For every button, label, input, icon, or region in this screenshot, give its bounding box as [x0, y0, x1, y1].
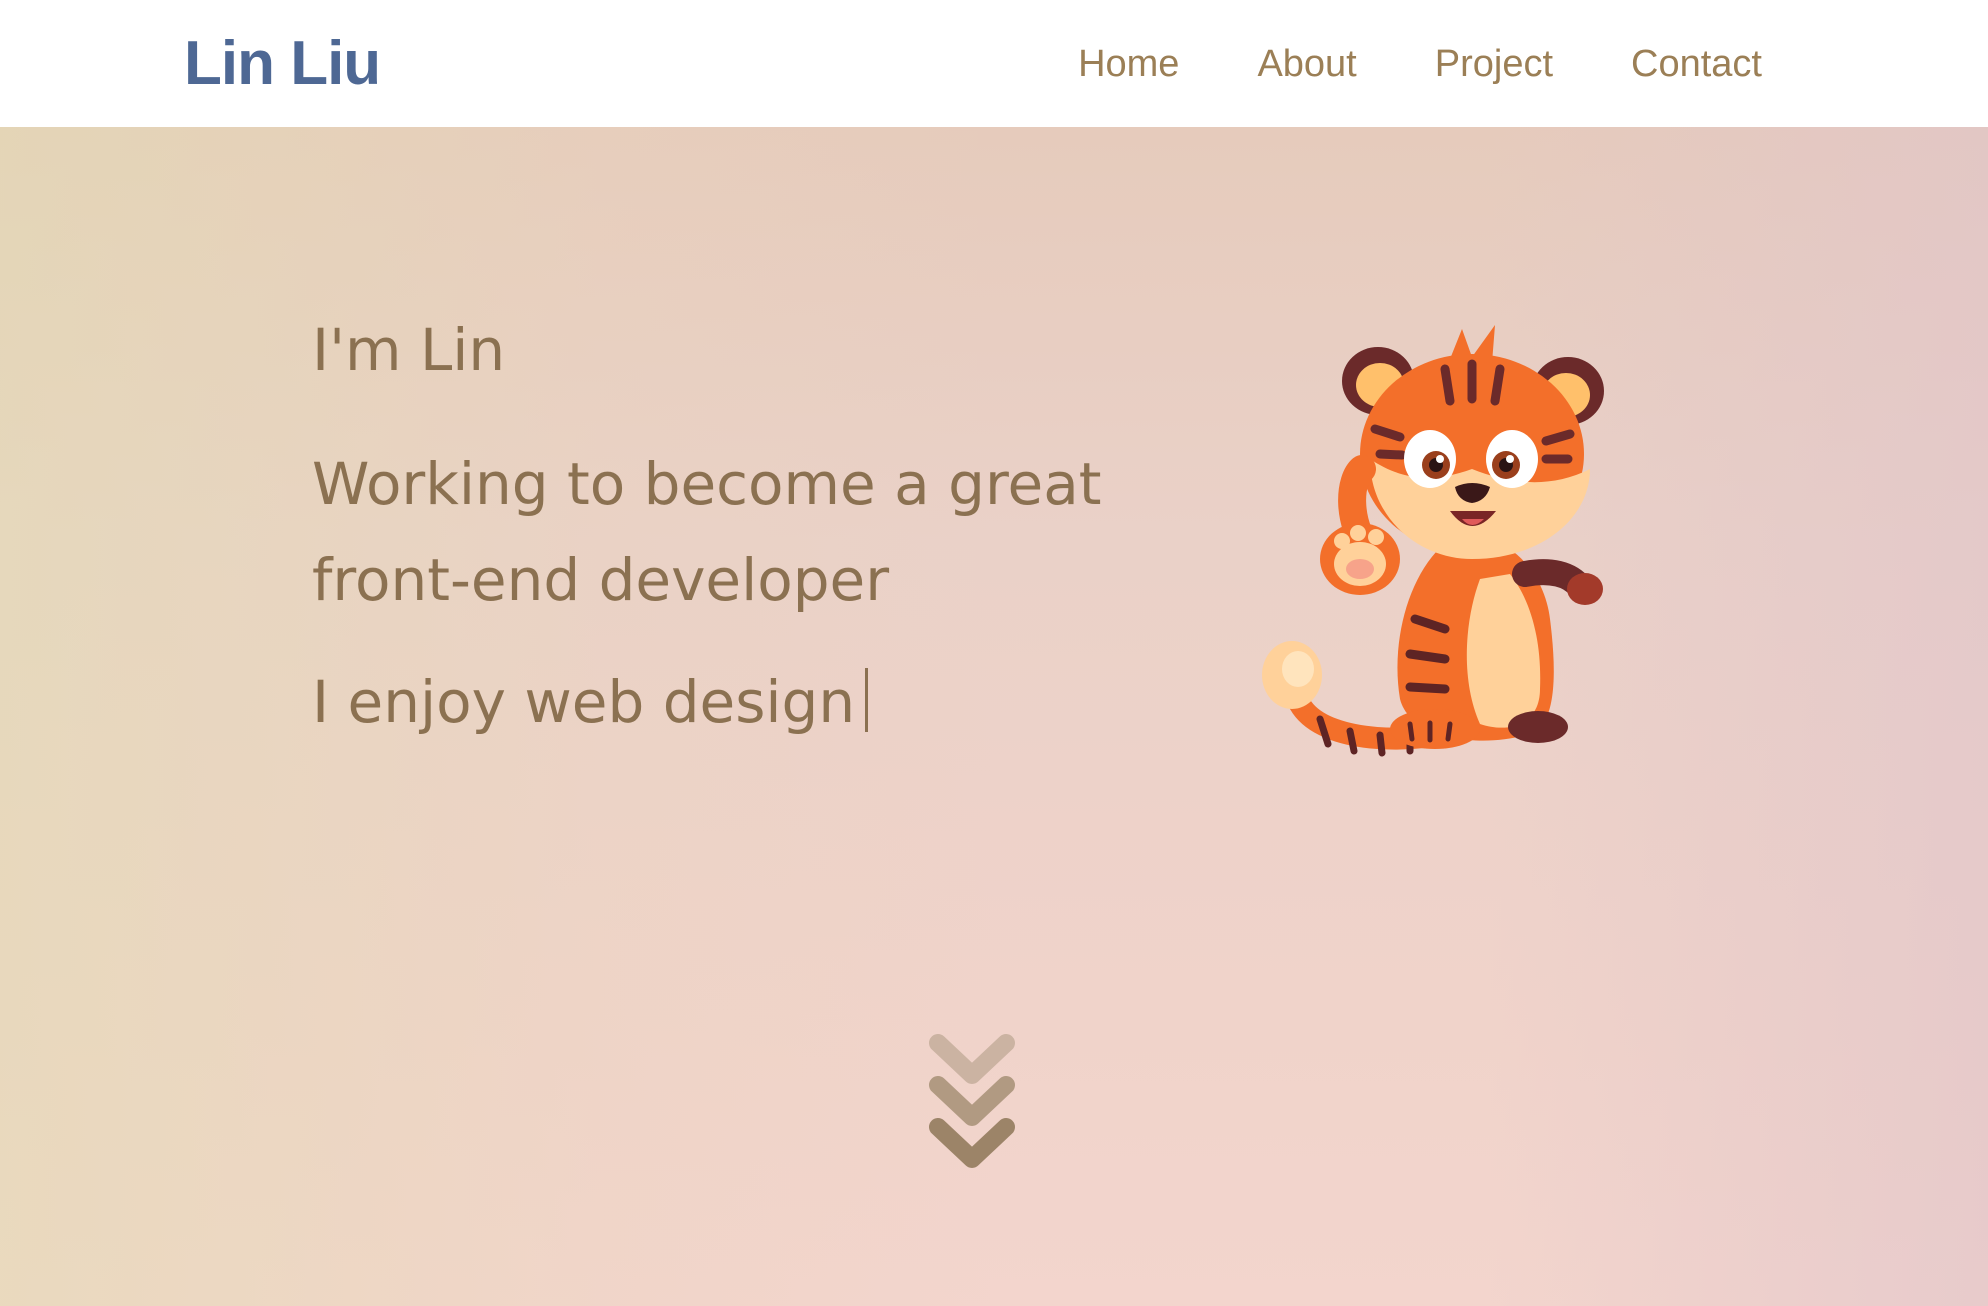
- nav-links: Home About Project Contact: [1078, 36, 1762, 92]
- hero-tagline: Working to become a great front-end deve…: [312, 450, 1102, 614]
- tiger-illustration: [1262, 325, 1604, 757]
- nav-link-project[interactable]: Project: [1435, 36, 1553, 92]
- brand-logo[interactable]: Lin Liu: [184, 26, 381, 102]
- typing-text: I enjoy web design: [312, 668, 856, 736]
- chevrons-down-icon[interactable]: [926, 1029, 1018, 1169]
- typing-line: I enjoy web design: [312, 664, 1172, 740]
- nav-link-home[interactable]: Home: [1078, 36, 1179, 92]
- navbar: Lin Liu Home About Project Contact: [0, 0, 1988, 127]
- nav-link-contact[interactable]: Contact: [1631, 36, 1762, 92]
- hero-text: I'm Lin Working to become a great front-…: [312, 312, 1172, 740]
- hero-greeting: I'm Lin: [312, 316, 506, 384]
- text-cursor: [865, 668, 869, 732]
- hero-section: I'm Lin Working to become a great front-…: [0, 127, 1988, 1306]
- nav-link-about[interactable]: About: [1257, 36, 1356, 92]
